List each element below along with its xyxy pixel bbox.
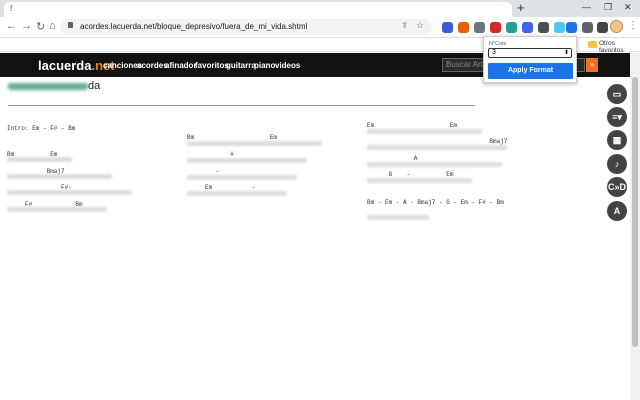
title-suffix: da [88, 80, 101, 92]
format-extension-icon[interactable] [566, 22, 577, 33]
forward-arrow-icon[interactable]: → [21, 20, 32, 32]
page-scrollbar[interactable] [630, 53, 640, 400]
apply-format-button[interactable]: Apply Format [488, 63, 573, 79]
col1-lyric-2 [7, 174, 112, 179]
nav-favoritos[interactable]: favoritos [195, 61, 229, 70]
opera-icon[interactable] [490, 22, 501, 33]
nav-videos[interactable]: videos [275, 61, 300, 70]
intro-line: Intro: Em - F# - Bm [7, 125, 76, 132]
transpose-icon[interactable]: ♪ [607, 154, 627, 174]
chord-convert-icon[interactable]: C»D [607, 177, 627, 197]
profile-avatar[interactable] [610, 20, 623, 33]
browser-tab[interactable]: ! [4, 2, 512, 17]
nav-afinador[interactable]: afinador [165, 61, 197, 70]
search-button[interactable]: » [586, 58, 598, 72]
nav-acordes[interactable]: acordes [137, 61, 168, 70]
col2-chord-2: # [187, 151, 234, 158]
reload-icon[interactable]: ↻ [36, 20, 45, 33]
minimize-button[interactable]: — [582, 2, 591, 12]
tab-title: ! [10, 4, 13, 13]
title-divider [8, 105, 475, 106]
blurred-title-text [8, 82, 88, 90]
format-popup: N°Cols 3 ⬍ Apply Format [483, 36, 577, 83]
columns-select[interactable]: 3 ⬍ [488, 48, 572, 58]
nav-piano[interactable]: piano [254, 61, 275, 70]
share-icon[interactable]: ⇪ [401, 21, 408, 30]
other-bookmarks[interactable]: Otros favoritos [599, 40, 640, 54]
extension-icon-7[interactable] [538, 22, 549, 33]
browser-toolbar: ← → ↻ ⌂ acordes.lacuerda.net/bloque_depr… [0, 17, 640, 38]
col1-lyric-1 [7, 157, 72, 162]
extension-icon-6[interactable] [522, 22, 533, 33]
puzzle-icon[interactable] [582, 22, 593, 33]
chord-progression: Bm - Em - A - Bmaj7 - G - Em - F# - Bm [367, 199, 504, 206]
sidebar-icon[interactable] [597, 22, 608, 33]
extension-icon-3[interactable] [474, 22, 485, 33]
new-tab-button[interactable]: + [517, 1, 525, 15]
url-text: acordes.lacuerda.net/bloque_depresivo/fu… [80, 22, 308, 31]
col2-chord-4: Em - [187, 184, 256, 191]
col2-lyric-3 [187, 175, 297, 180]
col2-chord-1: Bm Em [187, 134, 278, 141]
tab-strip: ! + — ❐ ✕ [0, 0, 640, 17]
song-title: da [8, 80, 100, 92]
chord-grid-icon[interactable]: ▦ [607, 130, 627, 150]
col2-lyric-4 [187, 191, 287, 196]
list-tool-icon[interactable]: ≡▾ [607, 107, 627, 127]
maximize-button[interactable]: ❐ [604, 2, 612, 13]
col3-lyric-5 [367, 215, 429, 220]
col1-lyric-3 [7, 190, 132, 195]
search-placeholder: Buscar Art [446, 60, 483, 69]
scrollbar-thumb[interactable] [632, 77, 638, 347]
extension-icon-5[interactable] [506, 22, 517, 33]
col3-lyric-2 [367, 145, 507, 150]
extension-icon-1[interactable] [442, 22, 453, 33]
col2-chord-3: - [187, 168, 220, 175]
col1-lyric-4 [7, 207, 107, 212]
bookmark-star-icon[interactable]: ☆ [416, 20, 424, 31]
col3-chord-1: Em Em [367, 122, 458, 129]
col3-lyric-1 [367, 129, 482, 134]
font-size-icon[interactable]: A [607, 201, 627, 221]
print-tool-icon[interactable]: ▭ [607, 84, 627, 104]
address-bar[interactable]: acordes.lacuerda.net/bloque_depresivo/fu… [60, 19, 432, 35]
col3-chord-2: Bmaj7 [367, 138, 508, 145]
col3-lyric-4 [367, 178, 472, 183]
columns-label: N°Cols [489, 41, 507, 47]
extension-icon-8[interactable] [554, 22, 565, 33]
col3-chord-3: A [367, 155, 418, 162]
back-arrow-icon[interactable]: ← [6, 20, 17, 32]
folder-icon [588, 41, 597, 48]
nav-guitarra[interactable]: guitarra [226, 61, 256, 70]
menu-icon[interactable]: ⋮ [628, 20, 638, 31]
lock-icon [68, 22, 73, 28]
col2-lyric-2 [187, 158, 307, 163]
close-window-button[interactable]: ✕ [624, 2, 632, 13]
col3-lyric-3 [367, 162, 502, 167]
extension-icon-2[interactable] [458, 22, 469, 33]
col3-chord-4: G - Em [367, 171, 454, 178]
columns-value: 3 [492, 49, 496, 56]
select-arrow-icon: ⬍ [563, 50, 569, 56]
home-icon[interactable]: ⌂ [49, 20, 56, 32]
col2-lyric-1 [187, 141, 322, 146]
logo-main: lacuerda [38, 58, 92, 73]
